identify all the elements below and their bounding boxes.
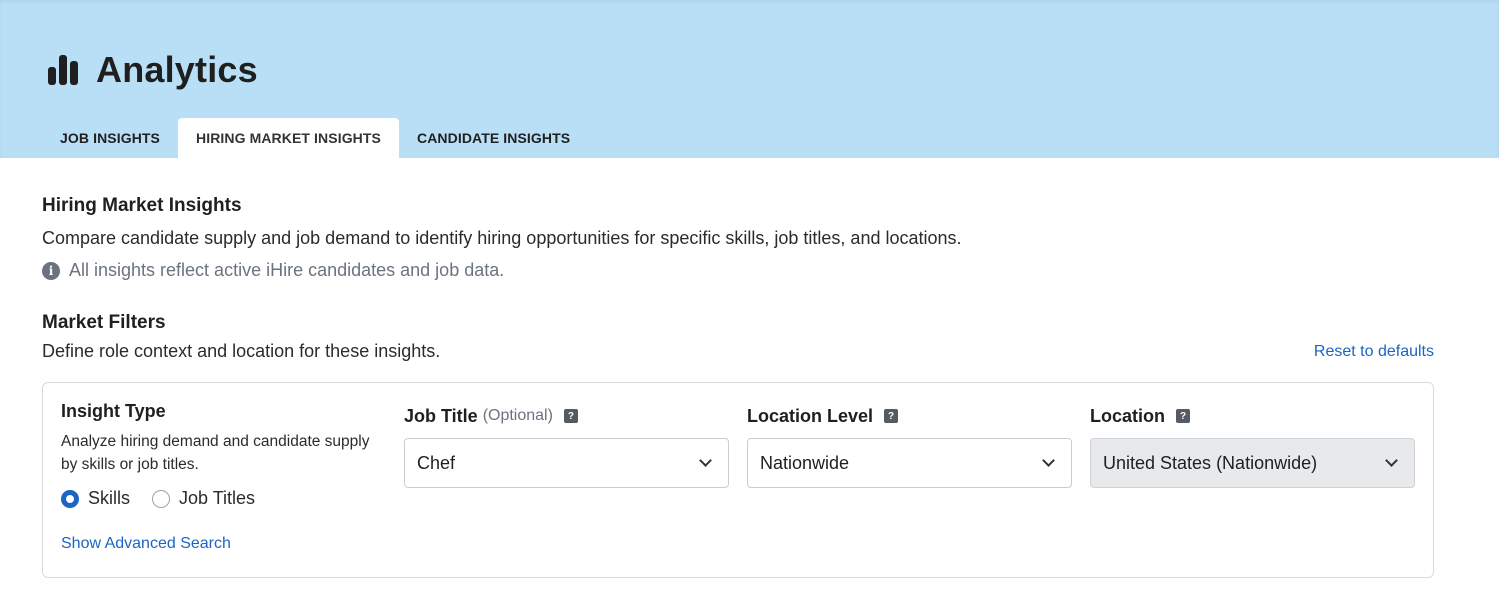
radio-job-titles-label: Job Titles	[179, 488, 256, 508]
insight-type-group: Insight Type Analyze hiring demand and c…	[61, 401, 381, 509]
bar-chart-icon	[48, 55, 80, 85]
help-icon[interactable]: ?	[1176, 409, 1190, 423]
help-icon[interactable]: ?	[884, 409, 899, 423]
location-level-field: Location Level ? Nationwide	[747, 405, 1072, 488]
info-note-text: All insights reflect active iHire candid…	[69, 260, 505, 280]
tab-candidate-insights[interactable]: CANDIDATE INSIGHTS	[399, 118, 588, 158]
filters-description: Define role context and location for the…	[42, 341, 441, 361]
location-value: United States (Nationwide)	[1103, 452, 1318, 473]
radio-skills[interactable]	[61, 489, 79, 508]
insight-type-help: Analyze hiring demand and candidate supp…	[61, 433, 370, 473]
location-select[interactable]: United States (Nationwide)	[1090, 438, 1415, 488]
job-title-label: Job Title	[404, 405, 478, 426]
location-level-select[interactable]: Nationwide	[747, 438, 1072, 488]
chevron-down-icon	[1385, 454, 1398, 467]
tab-hiring-market-insights[interactable]: HIRING MARKET INSIGHTS	[178, 118, 399, 158]
reset-defaults-link[interactable]: Reset to defaults	[1314, 343, 1434, 361]
location-level-value: Nationwide	[760, 452, 850, 473]
help-icon[interactable]: ?	[563, 409, 578, 423]
tab-job-insights[interactable]: JOB INSIGHTS	[42, 118, 178, 158]
insight-type-radios: Skills Job Titles	[61, 488, 381, 509]
radio-option-skills[interactable]: Skills	[61, 488, 130, 509]
insight-type-label: Insight Type	[61, 401, 166, 421]
job-title-value: Chef	[417, 452, 456, 473]
page-header: Analytics JOB INSIGHTS HIRING MARKET INS…	[0, 0, 1499, 158]
info-icon: i	[42, 261, 60, 280]
location-field: Location ? United States (Nationwide)	[1090, 405, 1415, 488]
show-advanced-search-link[interactable]: Show Advanced Search	[61, 535, 231, 553]
filter-panel: Insight Type Analyze hiring demand and c…	[42, 382, 1434, 578]
section-description: Compare candidate supply and job demand …	[42, 228, 962, 248]
app-title: Analytics	[48, 48, 258, 92]
optional-label: (Optional)	[482, 407, 553, 424]
filters-title: Market Filters	[42, 312, 166, 333]
location-level-label: Location Level	[747, 405, 874, 426]
tab-bar: JOB INSIGHTS HIRING MARKET INSIGHTS CAND…	[42, 118, 588, 158]
radio-job-titles[interactable]	[152, 489, 171, 508]
chevron-down-icon	[1042, 454, 1055, 467]
location-label: Location	[1090, 405, 1165, 426]
job-title-field: Job Title (Optional) ? Chef	[404, 405, 729, 488]
page-title: Analytics	[96, 49, 258, 90]
radio-skills-label: Skills	[88, 488, 131, 508]
info-note: i All insights reflect active iHire cand…	[42, 260, 504, 281]
radio-option-job-titles[interactable]: Job Titles	[152, 488, 255, 509]
job-title-select[interactable]: Chef	[404, 438, 729, 488]
section-title: Hiring Market Insights	[42, 195, 242, 216]
chevron-down-icon	[699, 454, 712, 467]
